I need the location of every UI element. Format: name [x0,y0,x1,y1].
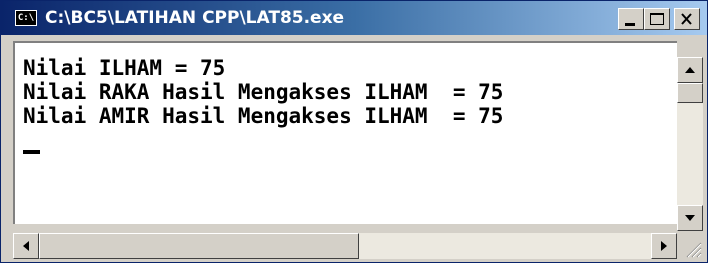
maximize-button[interactable] [644,8,670,30]
text-cursor [23,150,40,154]
window-title: C:\BC5\LATIHAN CPP\LAT85.exe [45,8,345,28]
console-output[interactable]: Nilai ILHAM = 75 Nilai RAKA Hasil Mengak… [13,41,677,224]
minimize-icon [625,23,635,26]
horizontal-scroll-thumb[interactable] [39,233,359,259]
scroll-left-button[interactable] [13,233,39,259]
console-window: C:\ C:\BC5\LATIHAN CPP\LAT85.exe Nilai I… [0,0,708,263]
arrow-right-icon [661,241,667,251]
arrow-up-icon [685,67,695,73]
size-grip[interactable] [677,233,703,259]
console-line: Nilai RAKA Hasil Mengakses ILHAM = 75 [23,80,504,104]
arrow-down-icon [685,215,695,221]
title-bar[interactable]: C:\ C:\BC5\LATIHAN CPP\LAT85.exe [1,1,707,35]
close-icon [681,13,692,25]
minimize-button[interactable] [618,8,644,30]
scroll-up-button[interactable] [677,57,703,83]
console-line: Nilai ILHAM = 75 [23,56,226,80]
vertical-scroll-thumb[interactable] [677,83,703,103]
console-line: Nilai AMIR Hasil Mengakses ILHAM = 75 [23,104,504,128]
maximize-icon [650,13,664,25]
horizontal-scrollbar[interactable] [13,233,677,259]
close-button[interactable] [674,8,700,30]
scroll-right-button[interactable] [651,233,677,259]
console-app-icon[interactable]: C:\ [15,10,37,26]
scroll-down-button[interactable] [677,205,703,231]
arrow-left-icon [23,241,29,251]
resize-grip-icon [686,242,702,258]
vertical-scrollbar[interactable] [677,57,703,231]
